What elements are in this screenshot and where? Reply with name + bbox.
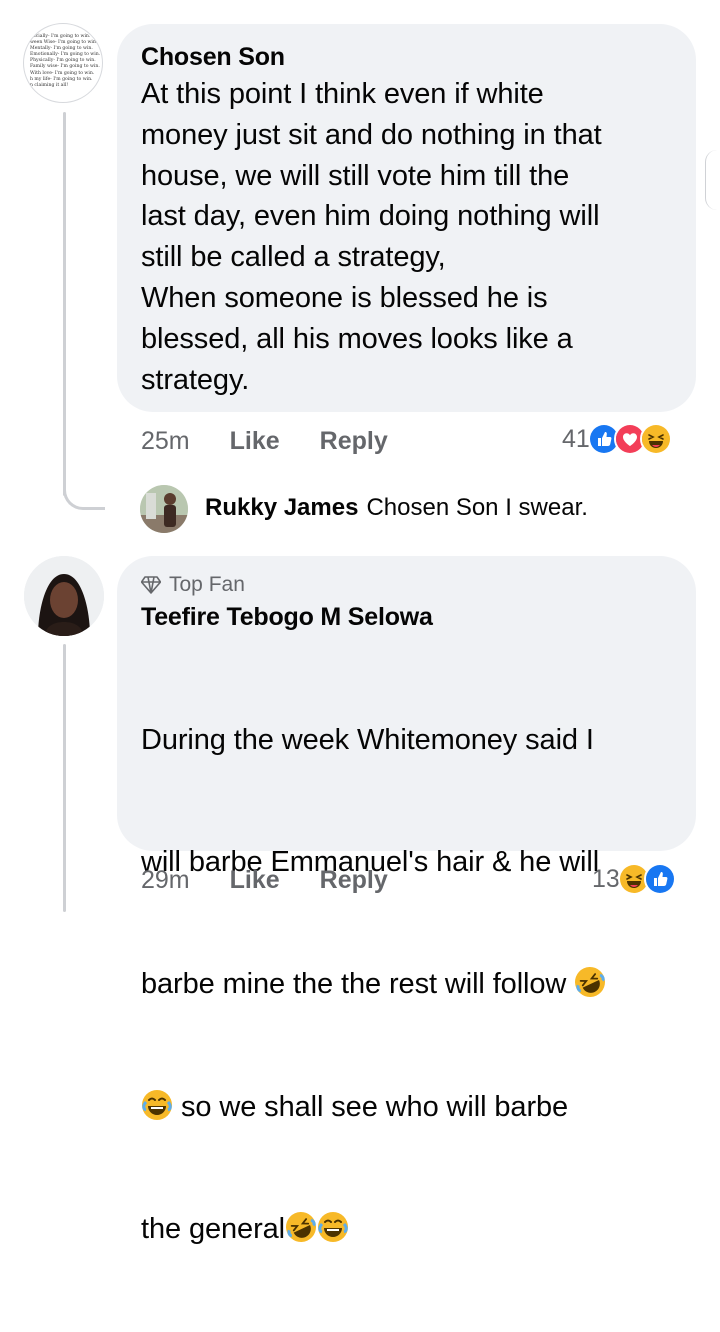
like-icon [643, 863, 676, 895]
top-fan-badge: Top Fan [141, 572, 672, 598]
thread-line [63, 644, 66, 912]
avatar-text: ancially- I'm going to win. ween Wise- I… [30, 34, 101, 88]
reaction-summary[interactable]: 41 [562, 423, 672, 455]
thread-connector [63, 470, 105, 510]
scrollbar-edge[interactable] [705, 150, 720, 210]
comment-timestamp[interactable]: 25m [141, 427, 190, 456]
comment-timestamp[interactable]: 29m [141, 866, 190, 895]
rofl-emoji-icon [286, 1212, 317, 1243]
reaction-count: 41 [562, 424, 590, 453]
comment-bubble: Chosen Son At this point I think even if… [117, 24, 696, 412]
reply-button[interactable]: Reply [320, 866, 388, 895]
diamond-icon [141, 576, 161, 594]
comment-bubble: Top Fan Teefire Tebogo M Selowa During t… [117, 556, 696, 1245]
reply-button[interactable]: Reply [320, 427, 388, 456]
comment-text: During the week Whitemoney said I will b… [141, 638, 672, 1332]
comment-text: At this point I think even if white mone… [141, 78, 602, 396]
reaction-count: 13 [592, 864, 620, 893]
like-button[interactable]: Like [230, 866, 280, 895]
thread-line [63, 112, 66, 496]
joy-emoji-icon [318, 1212, 349, 1243]
person-photo-icon [140, 485, 188, 533]
like-button[interactable]: Like [230, 427, 280, 456]
haha-icon [639, 423, 672, 455]
avatar[interactable]: ancially- I'm going to win. ween Wise- I… [23, 23, 103, 103]
reaction-summary[interactable]: 13 [592, 863, 676, 895]
avatar[interactable] [24, 556, 104, 636]
joy-emoji-icon [142, 1089, 172, 1120]
reply-text: Chosen Son I swear. [366, 494, 588, 521]
rofl-emoji-icon [575, 967, 606, 998]
reply-author[interactable]: Rukky James [205, 494, 358, 521]
comment-actions: 29m Like Reply [141, 866, 428, 895]
top-fan-label: Top Fan [169, 573, 245, 596]
person-photo-icon [24, 556, 104, 636]
comment-actions: 25m Like Reply [141, 427, 428, 456]
comment-author[interactable]: Chosen Son [141, 40, 672, 74]
comment-author[interactable]: Teefire Tebogo M Selowa [141, 600, 672, 634]
avatar[interactable] [140, 485, 188, 533]
reply-preview[interactable]: Rukky James Chosen Son I swear. [205, 494, 588, 522]
